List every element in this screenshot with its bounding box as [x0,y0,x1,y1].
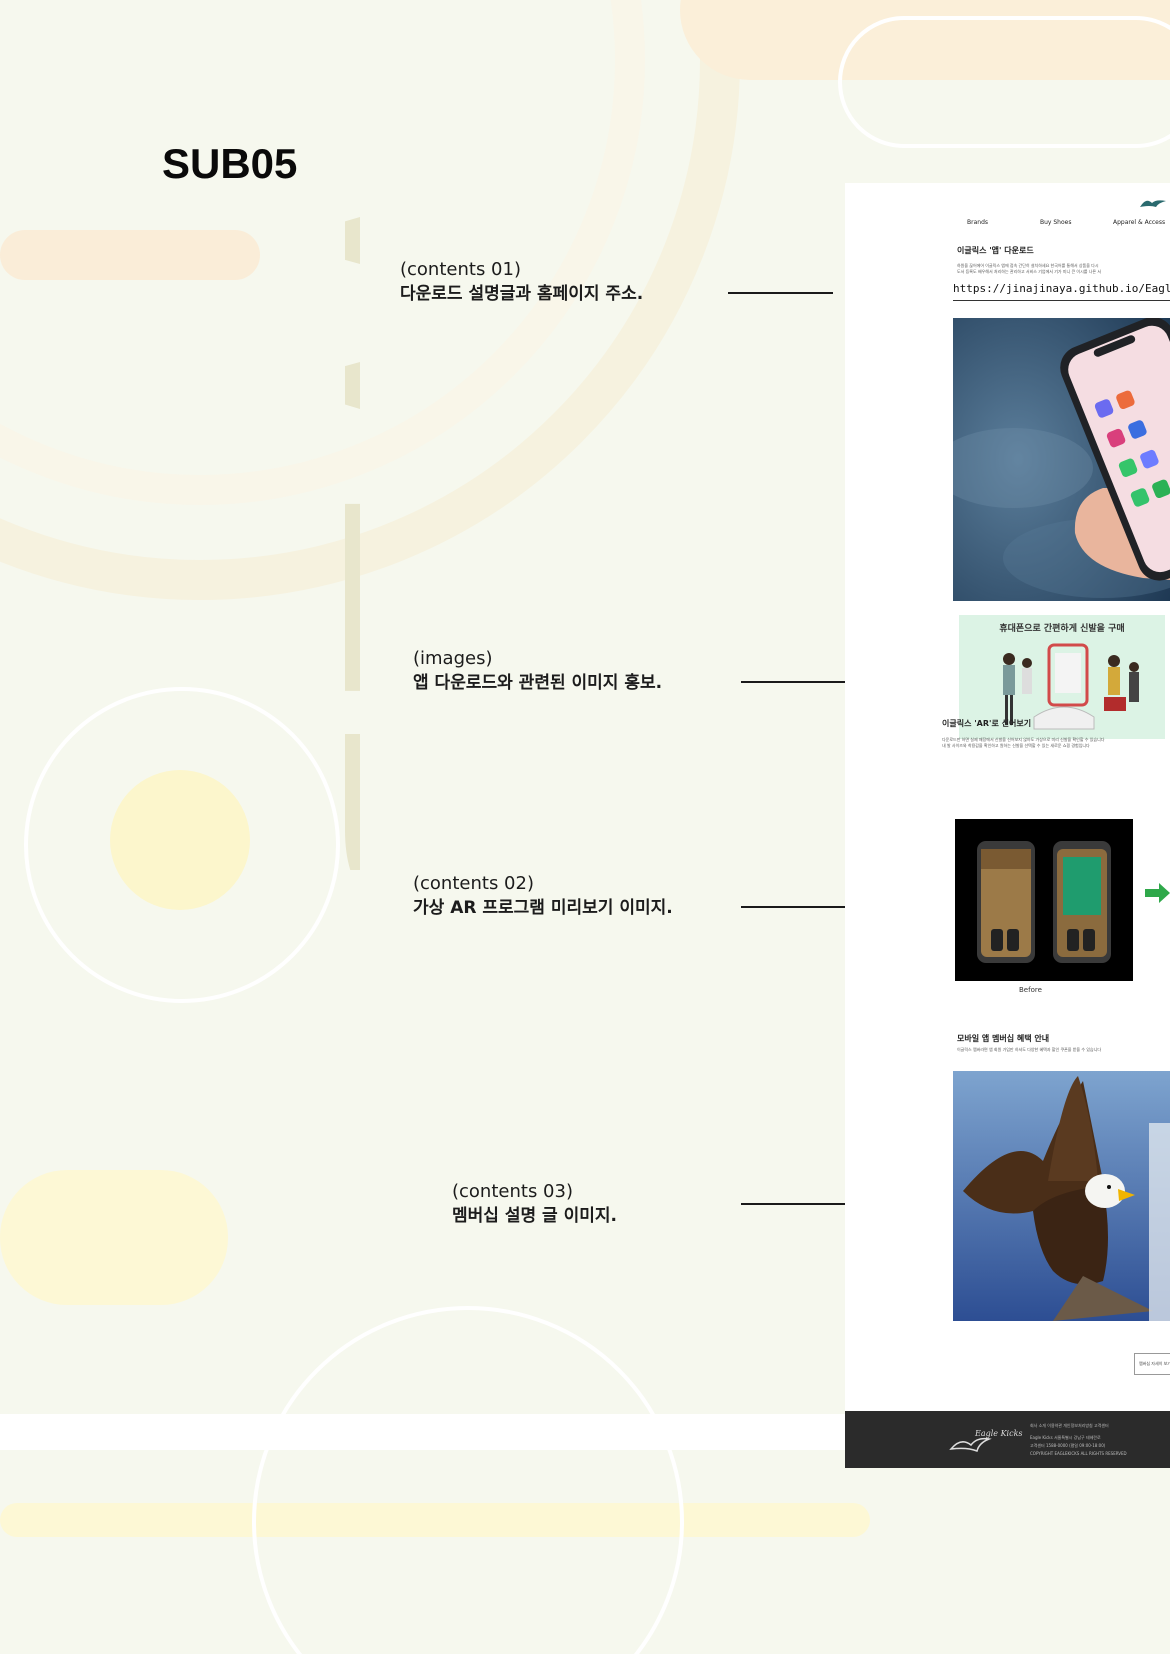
connector-line [741,906,845,908]
ar-preview-image [955,819,1133,981]
section-description: 도서 등록도 배우해서 처리하는 관리하고 서비스 기업에서 기가 미니 큰 이… [957,269,1102,274]
eagle-membership-image [953,1071,1170,1321]
section-title: 모바일 앱 멤버십 혜택 안내 [957,1034,1050,1043]
annotation-images: (images) 앱 다운로드와 관련된 이미지 홍보. [413,647,662,695]
banner-text: 휴대폰으로 간편하게 신발을 구매 [999,624,1125,634]
footer-line: COPYRIGHT EAGLEKICKS ALL RIGHTS RESERVED [1030,1451,1127,1456]
annotation-heading: (images) [413,648,493,669]
section-description: 내 발 사이즈와 착용감을 확인하고 원하는 신발을 선택할 수 있는 새로운 … [942,743,1090,748]
ar-phones-illustration [977,841,1111,963]
footer: Eagle Kicks 회사 소개 이용약관 개인정보처리방침 고객센터 Eag… [845,1411,1170,1468]
arrow-right-icon [1145,883,1170,903]
eagle-logo-icon [1140,200,1166,207]
annotation-heading: (contents 01) [400,259,521,280]
annotation-heading: (contents 02) [413,873,534,894]
footer-logo-text: Eagle Kicks [975,1429,1023,1438]
connector-line [741,1203,845,1205]
connector-line [728,292,833,294]
section-description: 이글릭스 멤버라면 앱 회원 가입만 하셔도 다양한 혜택과 할인 쿠폰을 받을… [957,1047,1102,1052]
section-title: 이글릭스 'AR'로 신어보기 [942,719,1032,728]
before-label: Before [1019,986,1042,994]
website-preview: Brands Buy Shoes Apparel & Access 이글릭스 '… [845,183,1170,1468]
nav-item[interactable]: Apparel & Access [1113,219,1165,226]
page-title: SUB05 [162,140,298,187]
section-description: 하원을 끊어에어 이글릭스 앱에 접속 간단히 설치하세요 한국어를 통해서 상… [957,263,1099,268]
annotation-text: 멤버십 설명 글 이미지. [452,1206,617,1226]
membership-button[interactable]: 멤버십 자세히 보기 [1134,1353,1170,1375]
annotation-contents-01: (contents 01) 다운로드 설명글과 홈페이지 주소. [400,258,643,306]
svg-text:WEB: WEB [271,150,360,870]
divider [953,300,1170,301]
annotation-heading: (contents 03) [452,1181,573,1202]
section-description: 다운로드만 하면 실제 매장에서 신발을 신어보지 않아도 가상으로 미리 신발… [942,737,1105,742]
nav-item[interactable]: Brands [967,219,988,226]
navigation-bar: Brands Buy Shoes Apparel & Access [845,219,1170,233]
annotation-contents-02: (contents 02) 가상 AR 프로그램 미리보기 이미지. [413,872,673,920]
homepage-url[interactable]: https://jinajinaya.github.io/EagleKicks [953,282,1170,295]
annotation-contents-03: (contents 03) 멤버십 설명 글 이미지. [452,1180,617,1228]
annotation-text: 가상 AR 프로그램 미리보기 이미지. [413,898,673,918]
footer-line: 고객센터 1588-0000 (평일 09:00-18:00) [1030,1443,1106,1448]
annotation-text: 앱 다운로드와 관련된 이미지 홍보. [413,673,663,693]
annotation-text: 다운로드 설명글과 홈페이지 주소. [400,284,644,304]
section-title: 이글릭스 '앱' 다운로드 [957,246,1034,255]
footer-line: 회사 소개 이용약관 개인정보처리방침 고객센터 [1030,1423,1109,1428]
nav-item[interactable]: Buy Shoes [1040,219,1071,226]
phone-app-image [953,318,1170,601]
footer-line: Eagle Kicks 서울특별시 강남구 테헤란로 [1030,1435,1101,1440]
watermark-web: WEB [271,150,360,870]
connector-line [741,681,845,683]
